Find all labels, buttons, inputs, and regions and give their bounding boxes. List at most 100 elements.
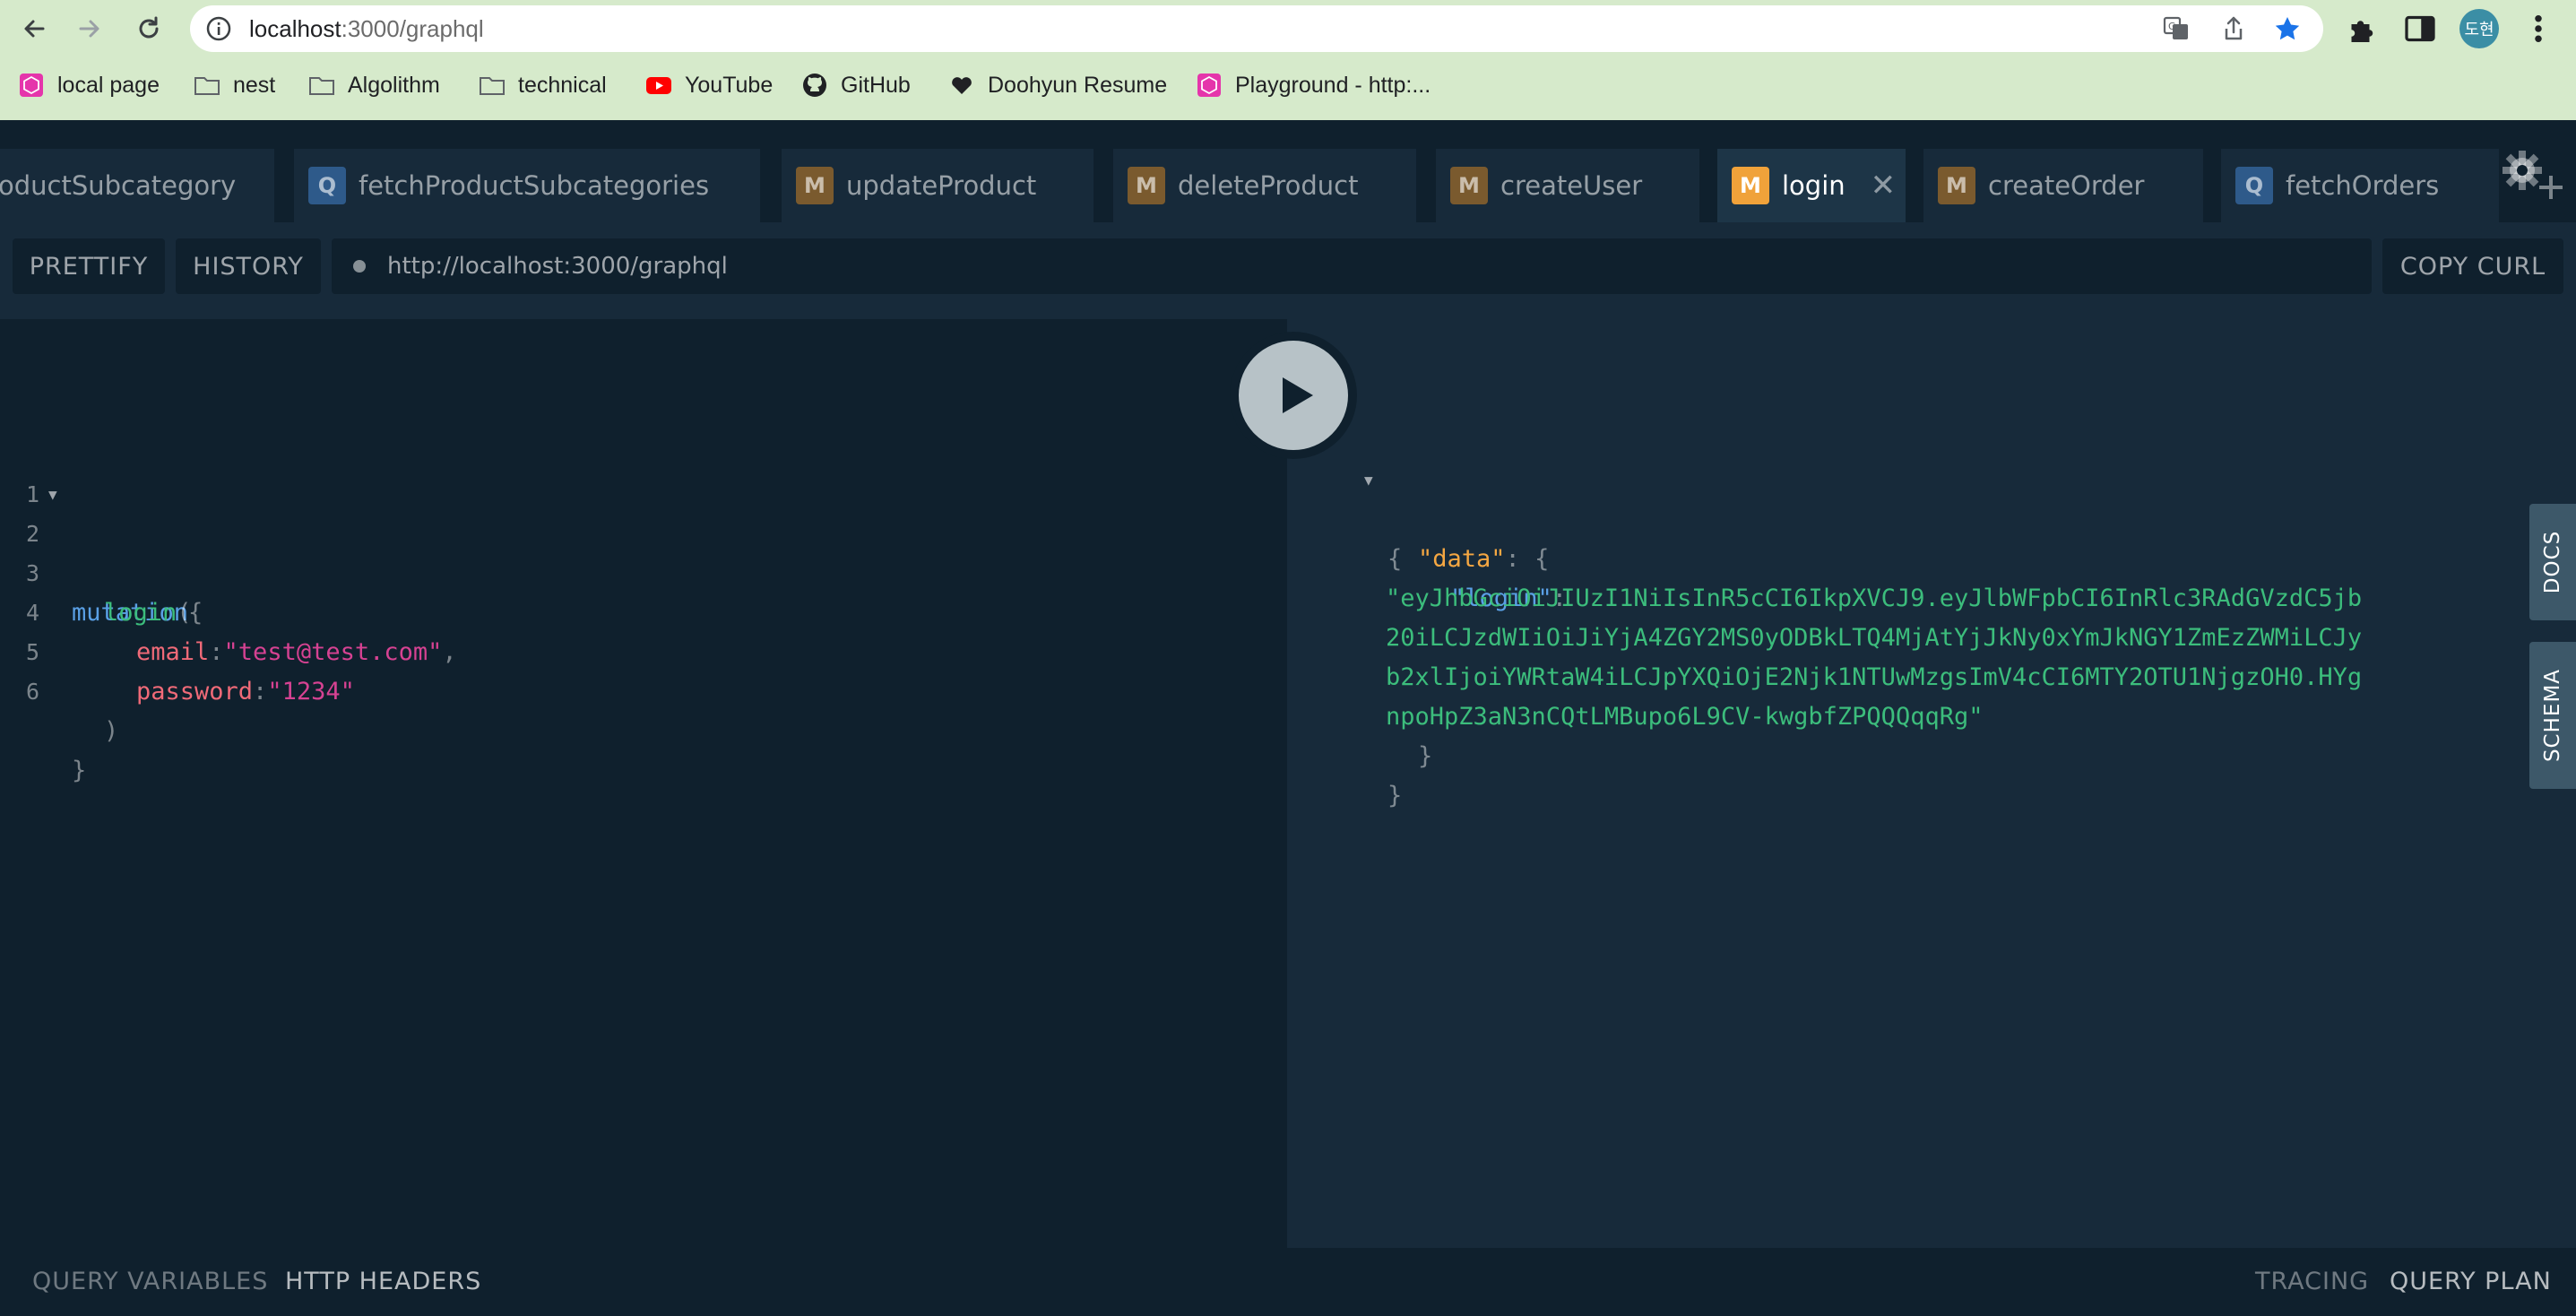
play-icon[interactable]	[1239, 341, 1348, 450]
mutation-badge: M	[1938, 167, 1975, 204]
result-tokens: "data": {	[1418, 545, 1550, 573]
reload-icon[interactable]	[131, 11, 167, 47]
bottom-panel-bar: QUERY VARIABLES HTTP HEADERS TRACING QUE…	[0, 1248, 2576, 1316]
tab-label: oductSubcategory	[0, 170, 237, 201]
url-host: localhost	[249, 15, 341, 42]
paren-token: )	[104, 717, 119, 745]
tracing-tab[interactable]: TRACING	[2255, 1248, 2369, 1316]
code-line: 4 password:"1234"	[0, 593, 1287, 706]
url-text[interactable]: localhost:3000/graphql	[249, 5, 484, 52]
profile-avatar[interactable]: 도현	[2459, 9, 2499, 48]
bookmark-star-icon[interactable]	[2273, 14, 2302, 43]
bookmark-playground[interactable]: Playground - http:...	[1196, 65, 1431, 106]
bookmark-youtube[interactable]: YouTube	[645, 65, 773, 106]
mutation-badge: M	[1128, 167, 1165, 204]
code-line: 6 }	[0, 672, 1287, 784]
folder-icon	[194, 72, 220, 99]
url-path: :3000/graphql	[341, 15, 484, 42]
query-badge: Q	[2235, 167, 2273, 204]
line-number: 1	[25, 481, 39, 507]
brace-token: {	[1387, 545, 1403, 573]
result-line: "login":	[1287, 540, 1567, 612]
tab-delete-product[interactable]: M deleteProduct	[1113, 149, 1416, 222]
extensions-icon[interactable]	[2345, 11, 2381, 47]
schema-side-tab[interactable]: SCHEMA	[2529, 642, 2576, 789]
schema-label: SCHEMA	[2541, 668, 2565, 763]
svg-text:G: G	[2168, 21, 2176, 32]
tab-create-order[interactable]: M createOrder	[1923, 149, 2203, 222]
graphql-playground: oductSubcategory Q fetchProductSubcatego…	[0, 120, 2576, 1316]
address-bar[interactable]: localhost:3000/graphql G	[190, 5, 2323, 52]
prettify-button[interactable]: PRETTIFY	[13, 238, 165, 294]
bookmark-algolithm[interactable]: Algolithm	[308, 65, 440, 106]
docs-side-tab[interactable]: DOCS	[2529, 504, 2576, 620]
code-line: 3 email:"test@test.com",	[0, 554, 1287, 666]
line-number: 4	[25, 600, 39, 626]
line-number: 5	[25, 639, 39, 665]
bookmark-label: YouTube	[685, 72, 774, 98]
youtube-icon	[645, 72, 672, 99]
line-number: 3	[25, 560, 39, 586]
bookmark-github[interactable]: GitHub	[801, 65, 911, 106]
data-key-token: "data"	[1418, 545, 1506, 573]
query-editor[interactable]: 1 ▼ mutation{ 2 login( 3 email:"test@tes…	[0, 319, 1287, 1248]
token-line: npoHpZ3aN3nCQtLMBupo6L9CV-kwgbfZPQQQqqRg…	[1386, 703, 1984, 731]
folder-icon	[308, 72, 335, 99]
brace-token: }	[1387, 782, 1403, 810]
endpoint-field[interactable]: http://localhost:3000/graphql	[332, 238, 2372, 294]
bookmark-label: local page	[57, 72, 160, 98]
mutation-badge: M	[1450, 167, 1488, 204]
bookmark-doohyun-resume[interactable]: Doohyun Resume	[948, 65, 1167, 106]
more-menu-icon[interactable]	[2520, 11, 2556, 47]
share-icon[interactable]	[2219, 14, 2248, 43]
bookmark-label: Algolithm	[348, 72, 440, 98]
line-number: 6	[25, 679, 39, 705]
site-info-icon[interactable]	[204, 14, 233, 43]
bookmark-local-page[interactable]: local page	[18, 65, 160, 106]
query-tab-bar: oductSubcategory Q fetchProductSubcatego…	[0, 120, 2576, 222]
query-variables-tab[interactable]: QUERY VARIABLES	[32, 1248, 268, 1316]
tab-login[interactable]: M login ✕	[1717, 149, 1906, 222]
translate-icon[interactable]: G	[2162, 14, 2191, 43]
back-arrow-icon[interactable]	[16, 11, 52, 47]
graphql-pink-icon	[18, 72, 45, 99]
connection-status-dot	[353, 260, 366, 273]
query-plan-tab[interactable]: QUERY PLAN	[2390, 1248, 2552, 1316]
copy-curl-button[interactable]: COPY CURL	[2382, 238, 2563, 294]
http-headers-tab[interactable]: HTTP HEADERS	[285, 1248, 481, 1316]
side-panel-icon[interactable]	[2402, 11, 2438, 47]
line-number: 2	[25, 521, 39, 547]
forward-arrow-icon[interactable]	[72, 11, 108, 47]
bookmark-label: Playground - http:...	[1235, 72, 1431, 98]
close-tab-icon[interactable]: ✕	[1871, 168, 1897, 203]
settings-gear-icon[interactable]	[2497, 143, 2569, 206]
tab-update-product[interactable]: M updateProduct	[782, 149, 1094, 222]
bookmark-technical[interactable]: technical	[479, 65, 607, 106]
tab-label: deleteProduct	[1178, 170, 1359, 201]
tab-product-subcategory[interactable]: oductSubcategory	[0, 149, 274, 222]
github-icon	[801, 72, 828, 99]
fold-arrow-icon[interactable]: ▼	[48, 475, 57, 515]
mutation-badge: M	[796, 167, 834, 204]
tab-fetch-orders[interactable]: Q fetchOrders	[2221, 149, 2499, 222]
endpoint-url: http://localhost:3000/graphql	[387, 253, 728, 280]
heart-icon	[948, 72, 975, 99]
history-button[interactable]: HISTORY	[176, 238, 321, 294]
brace-token: }	[72, 757, 87, 784]
code-line: 5 )	[0, 633, 1287, 745]
token-line: 20iLCJzdWIiOiJiYjA4ZGY2MS0yODBkLTQ4MjAtY…	[1386, 624, 2363, 652]
fold-arrow-icon[interactable]: ▼	[1364, 461, 1373, 500]
code-line: 1 ▼ mutation{	[0, 475, 1287, 627]
bookmark-nest[interactable]: nest	[194, 65, 275, 106]
tab-label: createUser	[1500, 170, 1643, 201]
tab-create-user[interactable]: M createUser	[1436, 149, 1699, 222]
brace-token: }	[1418, 742, 1433, 770]
mutation-badge: M	[1732, 167, 1769, 204]
tab-fetch-product-subcategories[interactable]: Q fetchProductSubcategories	[294, 149, 760, 222]
tab-label: fetchProductSubcategories	[359, 170, 710, 201]
docs-label: DOCS	[2541, 530, 2565, 594]
tab-label: createOrder	[1988, 170, 2145, 201]
browser-chrome: localhost:3000/graphql G 도현 local page n…	[0, 0, 2576, 120]
browser-toolbar: localhost:3000/graphql G 도현	[0, 0, 2576, 57]
token-line: "eyJhbGciOiJIUzI1NiIsInR5cCI6IkpXVCJ9.ey…	[1386, 584, 2363, 612]
